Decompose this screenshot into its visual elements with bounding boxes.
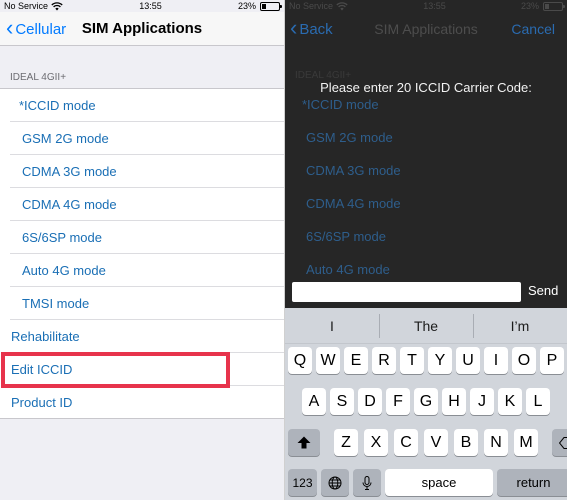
suggestion-item[interactable]: I’m — [473, 313, 567, 338]
suggestion-item[interactable]: The — [379, 313, 473, 338]
backspace-icon — [559, 436, 567, 449]
menu-item-edit-iccid[interactable]: Edit ICCID — [0, 353, 284, 386]
status-bar: No Service 13:55 23% — [0, 0, 284, 12]
keyboard: I The I’m Q W E R T Y U I O P A S D F G … — [285, 308, 567, 500]
chevron-left-icon: ‹ — [290, 15, 298, 40]
predictive-bar: I The I’m — [285, 308, 567, 344]
key-g[interactable]: G — [414, 388, 438, 415]
send-button[interactable]: Send — [528, 283, 558, 298]
key-d[interactable]: D — [358, 388, 382, 415]
dimmed-list-item: 6S/6SP mode — [306, 229, 386, 244]
numbers-key[interactable]: 123 — [288, 469, 317, 496]
key-x[interactable]: X — [364, 429, 388, 456]
wifi-icon — [336, 1, 348, 10]
key-m[interactable]: M — [514, 429, 538, 456]
key-c[interactable]: C — [394, 429, 418, 456]
key-r[interactable]: R — [372, 347, 396, 374]
menu-item-label: 6S/6SP mode — [22, 230, 102, 245]
menu-item-label: Edit ICCID — [11, 362, 73, 377]
suggestion-item[interactable]: I — [285, 318, 379, 334]
wifi-icon — [51, 1, 63, 10]
key-row-3: Z X C V B N M — [288, 429, 567, 456]
cancel-button[interactable]: Cancel — [511, 12, 555, 46]
menu-item-label: CDMA 4G mode — [22, 197, 117, 212]
key-z[interactable]: Z — [334, 429, 358, 456]
back-button[interactable]: ‹ Cellular — [6, 12, 66, 46]
status-bar: No Service 13:55 23% — [285, 0, 567, 12]
key-b[interactable]: B — [454, 429, 478, 456]
iccid-input[interactable] — [292, 282, 521, 302]
back-button[interactable]: ‹ Back — [290, 12, 333, 46]
dimmed-list-item: CDMA 3G mode — [306, 163, 401, 178]
menu-item-product-id[interactable]: Product ID — [0, 386, 284, 419]
clock: 13:55 — [423, 1, 446, 11]
section-header: IDEAL 4GII+ — [10, 72, 67, 83]
key-n[interactable]: N — [484, 429, 508, 456]
menu-item-cdma-4g-mode[interactable]: CDMA 4G mode — [0, 188, 284, 221]
key-u[interactable]: U — [456, 347, 480, 374]
space-key[interactable]: space — [385, 469, 493, 496]
key-row-1: Q W E R T Y U I O P — [288, 347, 564, 374]
menu-item-gsm-2g-mode[interactable]: GSM 2G mode — [0, 122, 284, 155]
carrier-label: No Service — [289, 1, 334, 11]
battery-icon — [543, 1, 565, 11]
delete-key[interactable] — [552, 429, 567, 456]
key-h[interactable]: H — [442, 388, 466, 415]
menu-item-auto-4g-mode[interactable]: Auto 4G mode — [0, 254, 284, 287]
globe-icon — [328, 476, 342, 489]
menu-item-label: CDMA 3G mode — [22, 164, 117, 179]
sim-applications-screen: No Service 13:55 23% ‹ Cellular SIM Appl… — [0, 0, 284, 500]
battery-percent: 23% — [237, 1, 256, 11]
menu-item-iccid-mode[interactable]: *ICCID mode — [0, 89, 284, 122]
battery-icon — [260, 1, 282, 11]
key-v[interactable]: V — [424, 429, 448, 456]
key-s[interactable]: S — [330, 388, 354, 415]
chevron-left-icon: ‹ — [6, 15, 14, 40]
iccid-input-screen: No Service 13:55 23% ‹ Back SIM Applicat… — [285, 0, 567, 500]
shift-arrow-icon — [297, 436, 311, 449]
globe-key[interactable] — [321, 469, 349, 496]
key-row-4: 123 space return — [288, 469, 567, 496]
menu-item-label: TMSI mode — [22, 296, 90, 311]
back-label: Cellular — [15, 20, 67, 38]
key-p[interactable]: P — [540, 347, 564, 374]
key-y[interactable]: Y — [428, 347, 452, 374]
menu-item-tmsi-mode[interactable]: TMSI mode — [0, 287, 284, 320]
menu-item-rehabilitate[interactable]: Rehabilitate — [0, 320, 284, 353]
dimmed-list-item: GSM 2G mode — [306, 130, 393, 145]
return-key[interactable]: return — [497, 469, 567, 496]
iccid-prompt: Please enter 20 ICCID Carrier Code: — [320, 80, 532, 95]
dimmed-list-item: CDMA 4G mode — [306, 196, 401, 211]
shift-key[interactable] — [288, 429, 320, 456]
key-row-2: A S D F G H J K L — [302, 388, 550, 415]
key-t[interactable]: T — [400, 347, 424, 374]
key-e[interactable]: E — [344, 347, 368, 374]
key-l[interactable]: L — [526, 388, 550, 415]
menu-item-label: Product ID — [11, 395, 73, 410]
key-f[interactable]: F — [386, 388, 410, 415]
clock: 13:55 — [139, 1, 162, 11]
menu-item-label: GSM 2G mode — [22, 131, 109, 146]
sim-menu-list: *ICCID mode GSM 2G mode CDMA 3G mode CDM… — [0, 88, 284, 419]
key-w[interactable]: W — [316, 347, 340, 374]
menu-item-label: Auto 4G mode — [22, 263, 106, 278]
key-o[interactable]: O — [512, 347, 536, 374]
menu-item-label: Rehabilitate — [11, 329, 80, 344]
navigation-bar: ‹ Back SIM Applications Cancel — [285, 12, 567, 46]
carrier-label: No Service — [4, 1, 49, 11]
menu-item-label: *ICCID mode — [19, 98, 96, 113]
key-a[interactable]: A — [302, 388, 326, 415]
key-j[interactable]: J — [470, 388, 494, 415]
dimmed-menu-list: *ICCID mode GSM 2G mode CDMA 3G mode CDM… — [285, 88, 567, 286]
menu-item-cdma-3g-mode[interactable]: CDMA 3G mode — [0, 155, 284, 188]
menu-item-6s-6sp-mode[interactable]: 6S/6SP mode — [0, 221, 284, 254]
dictation-key[interactable] — [353, 469, 381, 496]
key-i[interactable]: I — [484, 347, 508, 374]
key-q[interactable]: Q — [288, 347, 312, 374]
microphone-icon — [362, 475, 372, 490]
battery-percent: 23% — [520, 1, 539, 11]
key-k[interactable]: K — [498, 388, 522, 415]
back-label: Back — [299, 20, 333, 38]
navigation-bar: ‹ Cellular SIM Applications — [0, 12, 284, 46]
